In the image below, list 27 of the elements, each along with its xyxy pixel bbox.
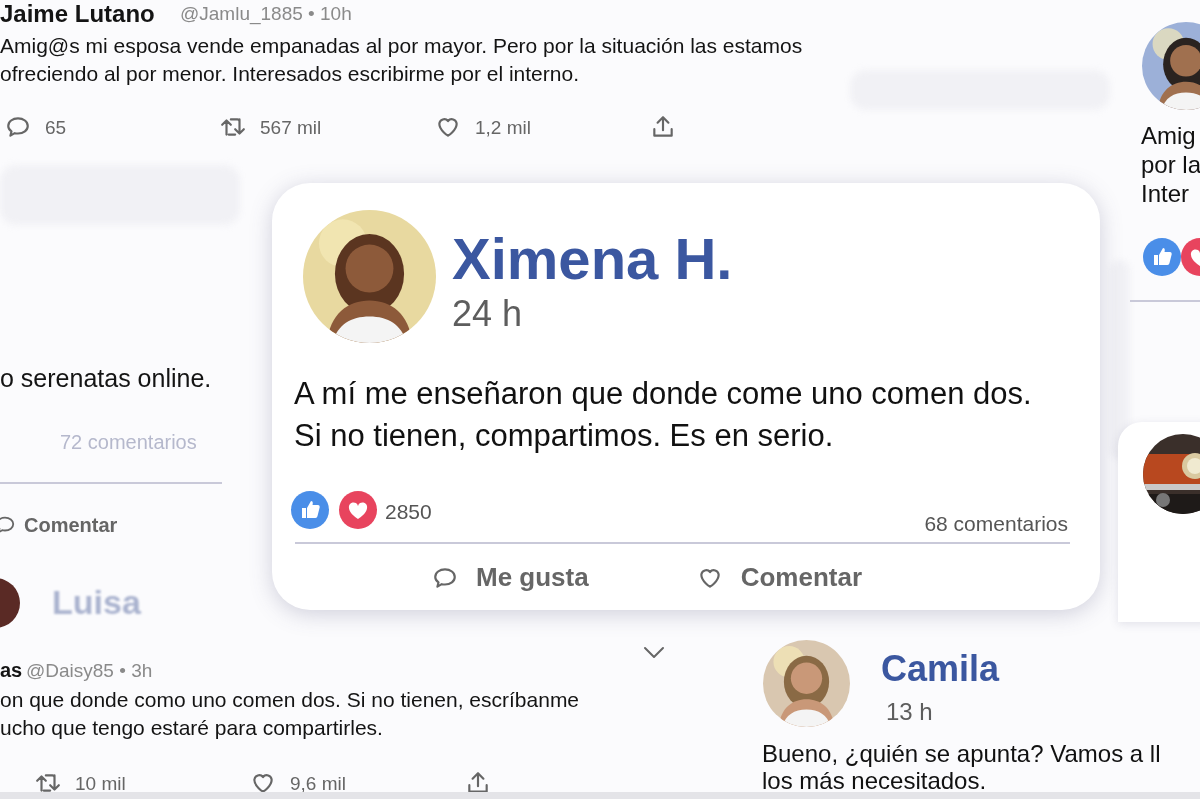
speech-bubble-icon xyxy=(5,114,31,140)
like-reaction-icon xyxy=(291,491,329,529)
author-name[interactable]: Camila xyxy=(881,642,1000,696)
tweet-text: Amig@s mi esposa vende empanadas al por mayor. Pero por la situación las estamos ofreciendo al por menor. Interesados escribirme por el interno. xyxy=(0,33,803,87)
tweet-text: on que donde como uno comen dos. Si no tienen, escríbanme ucho que tengo estaré para compartirles. xyxy=(0,687,580,741)
share-icon xyxy=(650,114,676,140)
post-text: A mí me enseñaron que donde come uno comen dos. Si no tienen, compartimos. Es en serio. xyxy=(294,375,1032,455)
post-text: Bueno, ¿quién se apunta? Vamos a ll los más necesitados. xyxy=(762,740,1161,794)
post-action-button[interactable]: Comentar xyxy=(696,558,863,597)
tweet-action-button[interactable]: 1,2 mil xyxy=(435,114,650,140)
tweet-action-button[interactable]: 567 mil xyxy=(220,114,435,140)
tweet-action-button[interactable]: 10 mil xyxy=(35,770,250,796)
author-name[interactable]: as xyxy=(0,655,23,685)
post-time: 13 h xyxy=(886,697,933,727)
post-text: o serenatas online. xyxy=(0,363,212,394)
comment-count[interactable]: 68 comentarios xyxy=(924,508,1068,540)
post-action-button[interactable]: Me gusta xyxy=(432,558,589,597)
love-reaction-icon xyxy=(339,491,377,529)
post-time: 24 h xyxy=(452,292,523,336)
tweet-action-button[interactable]: 65 xyxy=(5,114,220,140)
tweet-action-button[interactable]: 9,6 mil xyxy=(250,770,465,796)
comment-button[interactable]: Comentar xyxy=(0,510,118,540)
tweet-meta: @Jamlu_1885 • 10h xyxy=(180,2,352,27)
tweet-meta: @Daisy85 • 3h xyxy=(26,659,153,683)
reaction-count: 2850 xyxy=(385,499,432,525)
author-name[interactable]: Jaime Lutano xyxy=(0,0,155,32)
like-reaction-icon xyxy=(1143,238,1181,276)
